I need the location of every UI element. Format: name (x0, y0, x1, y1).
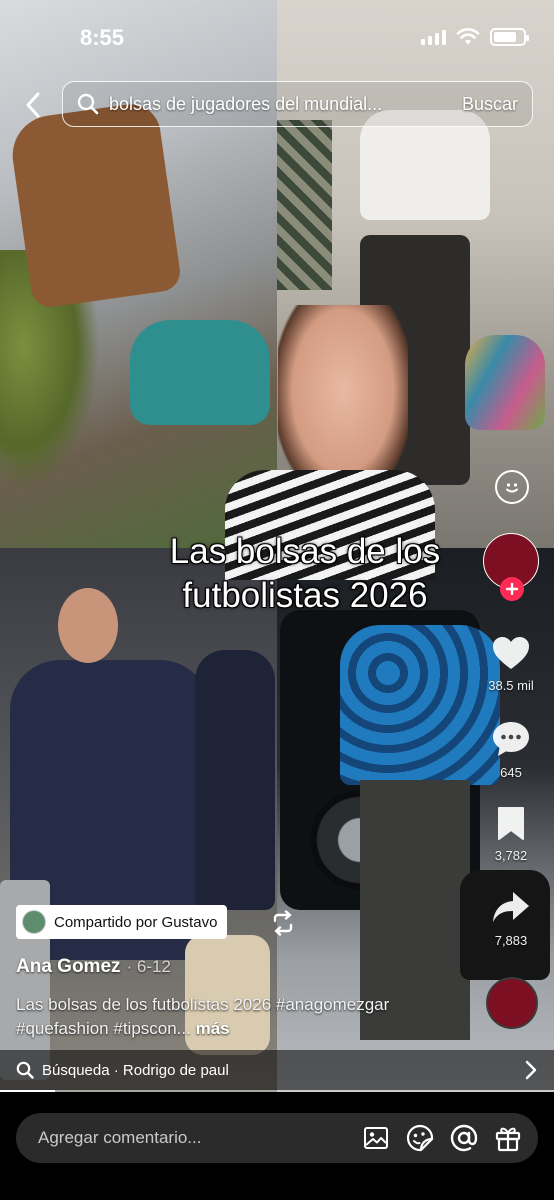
comment-icon (493, 722, 529, 756)
plaid-shirt (277, 120, 332, 290)
sound-disc-button[interactable] (486, 977, 538, 1029)
comment-button[interactable]: 645 (474, 720, 548, 780)
like-button[interactable]: 38.5 mil (474, 635, 548, 693)
sticker-icon (406, 1124, 434, 1152)
battery-icon (490, 28, 529, 46)
wifi-icon (456, 28, 480, 45)
share-icon (493, 892, 529, 922)
post-description[interactable]: Las bolsas de los futbolistas 2026 #anag… (16, 993, 476, 1041)
bottom-bar: Agregar comentario... (0, 1092, 554, 1200)
share-count: 7,883 (494, 933, 528, 948)
shared-by-chip[interactable]: Compartido por Gustavo (16, 905, 228, 939)
comment-input[interactable]: Agregar comentario... (16, 1113, 538, 1163)
shared-by-label: Compartido por Gustavo (54, 913, 218, 931)
heart-icon (493, 637, 529, 669)
search-icon (16, 1061, 34, 1079)
author-name[interactable]: Ana Gomez (16, 956, 121, 977)
back-icon (26, 92, 40, 118)
save-button[interactable]: 3,782 (474, 805, 548, 863)
image-button[interactable] (356, 1118, 396, 1158)
bookmark-icon (498, 807, 524, 840)
mention-icon (450, 1124, 478, 1152)
gift-icon (495, 1127, 521, 1152)
search-query: bolsas de jugadores del mundial... (109, 93, 383, 114)
more-link[interactable]: más (196, 1019, 230, 1038)
comment-count: 645 (500, 765, 522, 780)
follow-button[interactable] (500, 577, 524, 601)
sticker-button[interactable] (400, 1118, 440, 1158)
back-button[interactable] (18, 88, 48, 122)
share-button[interactable]: 7,883 (474, 890, 548, 948)
repost-icon[interactable] (270, 910, 296, 936)
like-count: 38.5 mil (488, 678, 534, 693)
search-button[interactable]: Buscar (462, 94, 518, 115)
cellular-signal-icon (421, 29, 446, 45)
creator-avatar-button[interactable] (483, 533, 539, 601)
status-time: 8:55 (80, 25, 125, 50)
image-icon (364, 1127, 388, 1149)
player-head (58, 588, 118, 663)
related-search-bar[interactable]: Búsqueda · Rodrigo de paul (0, 1050, 554, 1090)
teal-monogram-bag (130, 320, 270, 425)
emoji-icon (506, 483, 518, 493)
mention-button[interactable] (444, 1118, 484, 1158)
post-date: · 6-12 (126, 957, 171, 976)
sharer-avatar (22, 910, 46, 934)
gift-button[interactable] (488, 1118, 528, 1158)
tan-jacket (7, 100, 183, 310)
multicolor-bag (465, 335, 545, 430)
plus-icon (506, 583, 518, 595)
presenter-face (278, 305, 408, 495)
save-count: 3,782 (494, 848, 528, 863)
video-overlay-title: Las bolsas de los futbolistas 2026 (169, 532, 441, 615)
navy-suit-background (195, 650, 275, 910)
emoji-button[interactable] (495, 470, 529, 504)
author-line[interactable]: Ana Gomez · 6-12 (16, 956, 171, 978)
comment-placeholder: Agregar comentario... (38, 1128, 202, 1147)
status-icons (421, 28, 529, 46)
search-input[interactable]: bolsas de jugadores del mundial... Busca… (62, 81, 533, 127)
chevron-right-icon (525, 1060, 537, 1080)
search-icon (77, 93, 99, 115)
related-search-label: Búsqueda · Rodrigo de paul (42, 1061, 229, 1079)
